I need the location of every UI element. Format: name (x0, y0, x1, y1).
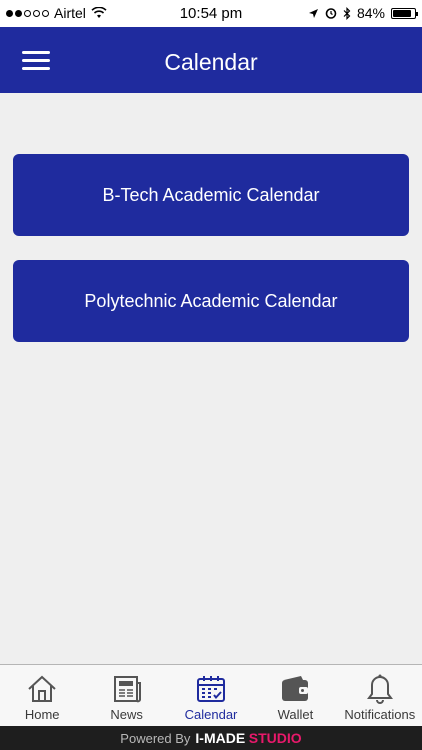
alarm-icon (325, 8, 337, 19)
footer-brand-logo: I-MADE STUDIO (195, 730, 301, 746)
polytechnic-academic-calendar-button[interactable]: Polytechnic Academic Calendar (13, 260, 409, 342)
bell-icon (366, 674, 393, 704)
footer-brand-accent: STUDIO (248, 730, 302, 746)
tab-calendar[interactable]: Calendar (169, 665, 253, 726)
battery-fill (393, 9, 411, 17)
battery-icon (391, 7, 418, 19)
footer-brand: I-MADE (195, 730, 246, 746)
btech-academic-calendar-button[interactable]: B-Tech Academic Calendar (13, 154, 409, 236)
tab-notifications[interactable]: Notifications (338, 665, 422, 726)
page-title: Calendar (164, 49, 258, 75)
tab-wallet-label: Wallet (277, 707, 314, 722)
footer-prefix: Powered By (120, 730, 191, 746)
tab-wallet[interactable]: Wallet (253, 665, 337, 726)
bottom-tab-bar: Home News Calendar Wallet Notifications (0, 664, 422, 726)
status-indicators: 84% (308, 5, 418, 21)
tab-news[interactable]: News (84, 665, 168, 726)
tab-home-label: Home (24, 707, 60, 722)
tab-notifications-label: Notifications (344, 707, 416, 722)
powered-by-footer: Powered By I-MADE STUDIO (0, 726, 422, 750)
location-arrow-icon (308, 8, 318, 18)
tab-news-label: News (110, 707, 143, 722)
app-header: Calendar (0, 27, 422, 93)
home-icon (28, 675, 56, 702)
calendar-icon (197, 676, 226, 702)
battery-percent: 84% (356, 5, 385, 21)
status-bar: Airtel 10:54 pm 84% (0, 0, 422, 27)
wallet-icon (282, 676, 309, 701)
news-icon (113, 676, 141, 703)
tab-calendar-label: Calendar (184, 707, 238, 722)
tab-home[interactable]: Home (0, 665, 84, 726)
bluetooth-icon (343, 6, 351, 20)
